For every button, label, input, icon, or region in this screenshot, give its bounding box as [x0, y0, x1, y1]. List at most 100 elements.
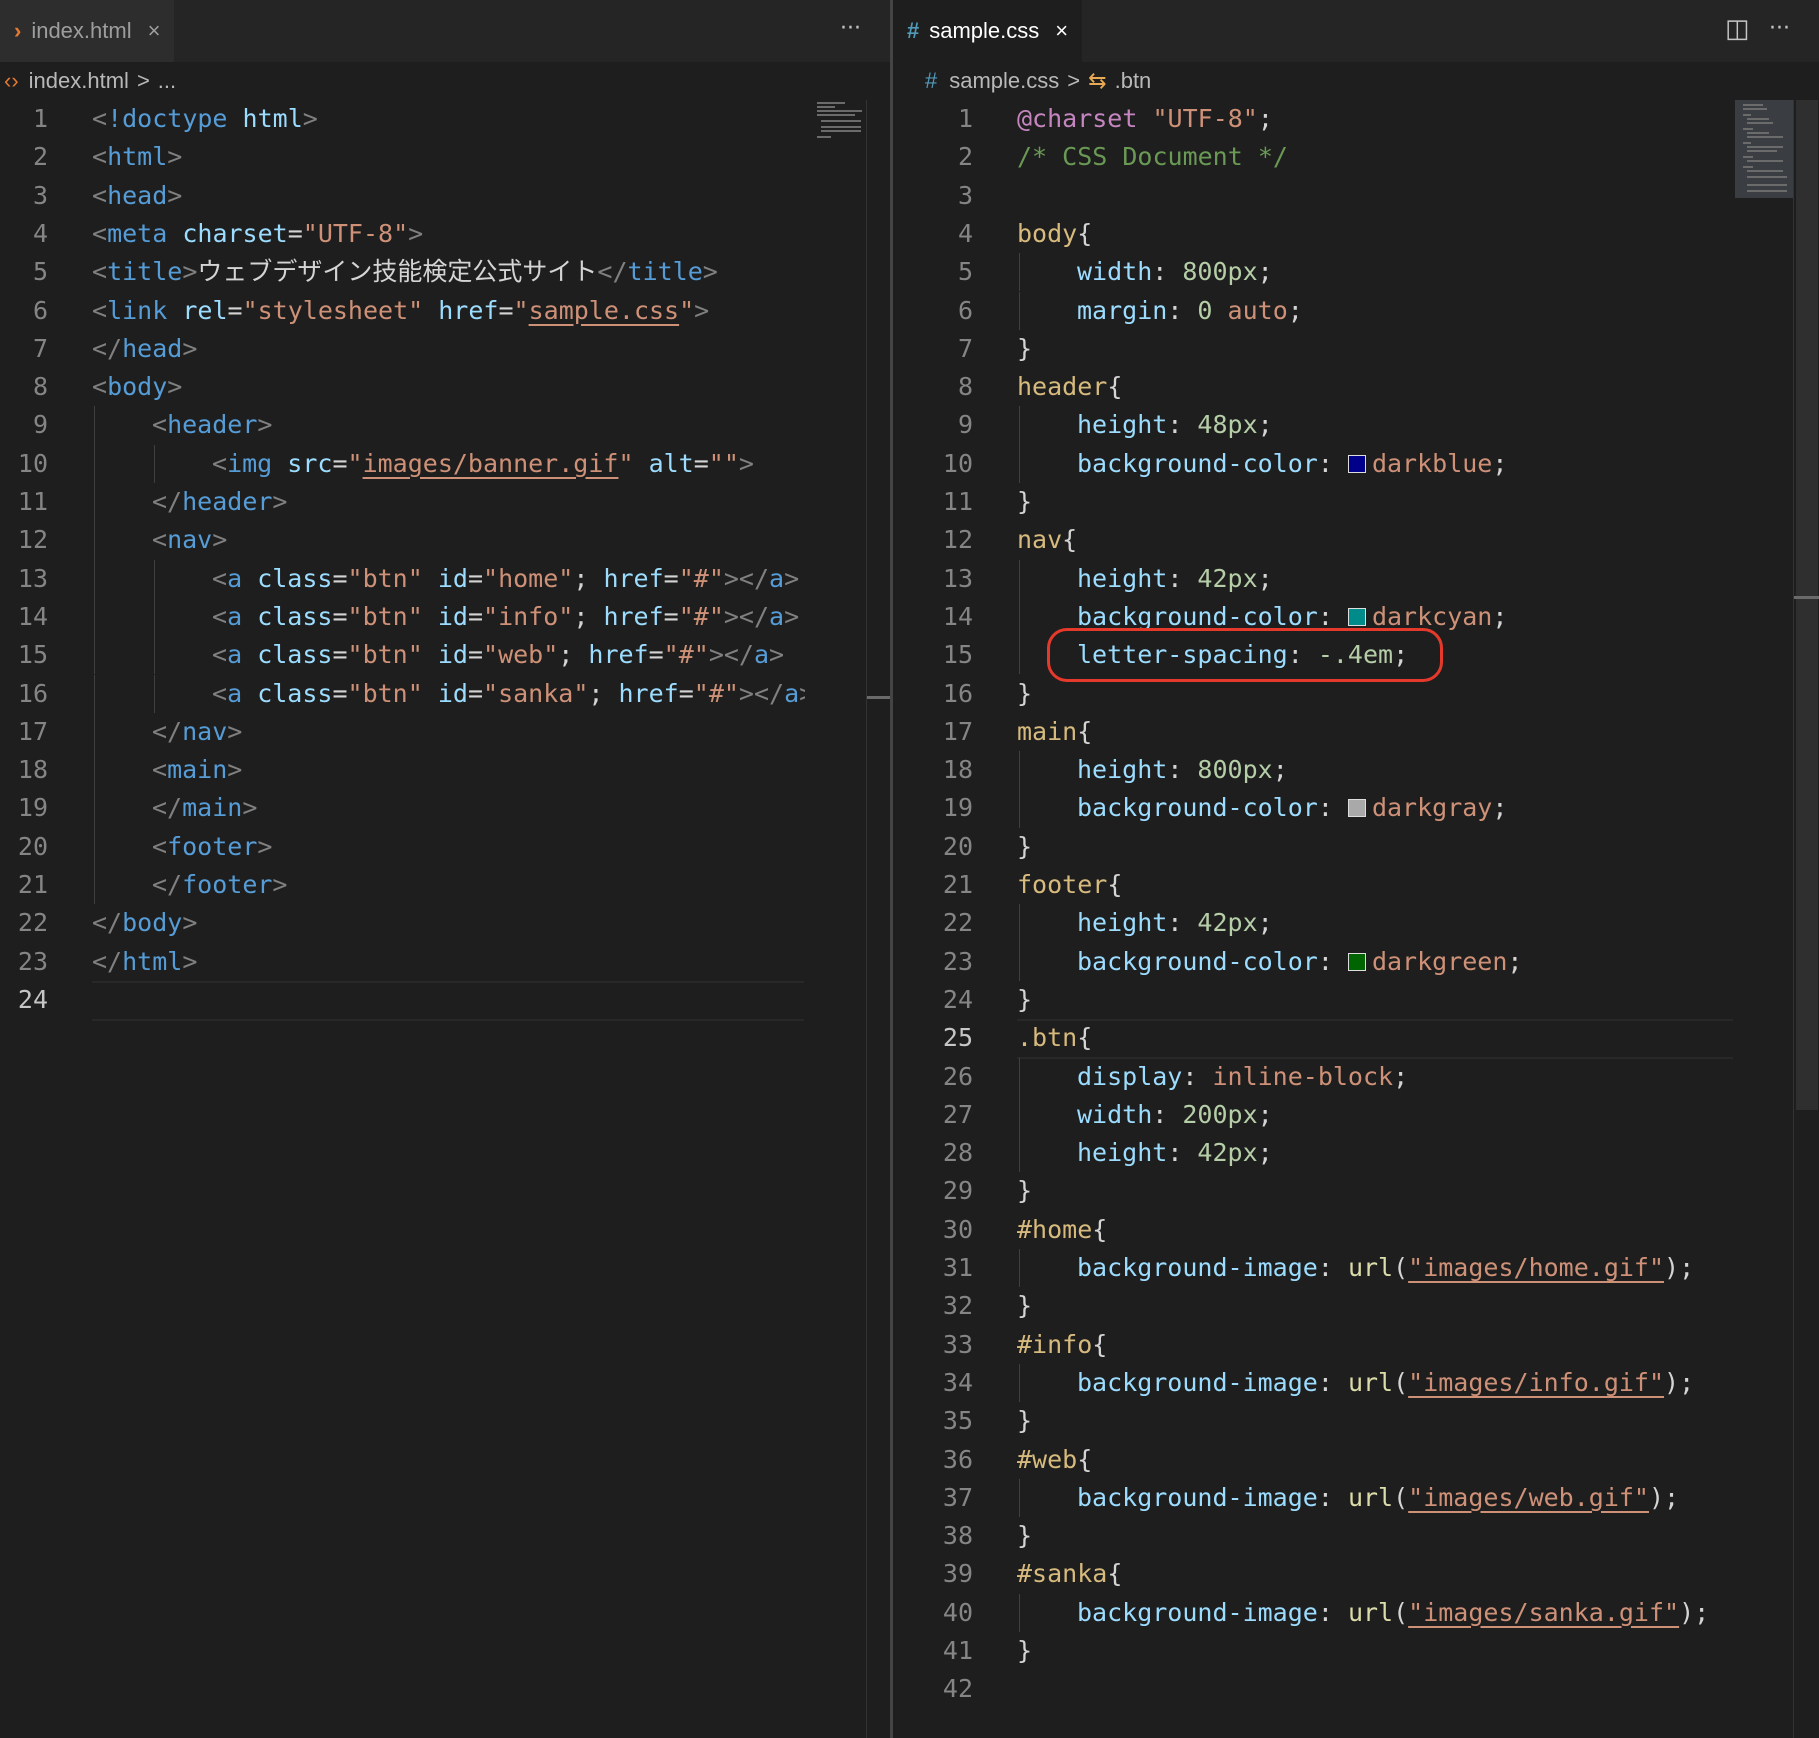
code-line[interactable]: 8 <body> — [0, 368, 890, 406]
color-swatch-icon[interactable] — [1347, 607, 1366, 626]
line-number[interactable]: 21 — [0, 866, 48, 904]
code-line[interactable]: 20} — [893, 828, 1819, 866]
code-line[interactable]: 8 header{ — [893, 368, 1819, 406]
breadcrumb-file[interactable]: sample.css — [949, 68, 1059, 94]
line-number[interactable]: 2 — [0, 138, 48, 176]
code-line[interactable]: 31 background-image: url("images/home.gif… — [893, 1249, 1819, 1288]
line-number[interactable]: 36 — [893, 1441, 973, 1479]
line-number[interactable]: 35 — [893, 1402, 973, 1440]
color-swatch-icon[interactable] — [1347, 799, 1366, 818]
code-line[interactable]: 4 <meta charset="UTF-8"> — [0, 215, 890, 253]
line-number[interactable]: 18 — [0, 751, 48, 789]
code-line[interactable]: 18 height: 800px; — [893, 751, 1819, 790]
code-line[interactable]: 24 — [0, 980, 890, 1021]
code-line[interactable]: 17 main{ — [893, 713, 1819, 751]
more-actions-icon[interactable]: ··· — [840, 16, 861, 41]
line-number[interactable]: 42 — [893, 1670, 973, 1708]
color-swatch-icon[interactable] — [1347, 952, 1366, 971]
line-number[interactable]: 23 — [0, 943, 48, 981]
line-number[interactable]: 31 — [893, 1249, 973, 1287]
code-line[interactable]: 2 /* CSS Document */ — [893, 138, 1819, 176]
line-number[interactable]: 30 — [893, 1211, 973, 1249]
scrollbar-thumb[interactable] — [1796, 100, 1818, 1110]
line-number[interactable]: 16 — [893, 675, 973, 713]
line-number[interactable]: 29 — [893, 1172, 973, 1210]
line-number[interactable]: 28 — [893, 1134, 973, 1172]
line-number[interactable]: 7 — [0, 330, 48, 368]
line-number[interactable]: 25 — [893, 1019, 973, 1057]
code-line[interactable]: 7 </head> — [0, 330, 890, 368]
line-number[interactable]: 24 — [893, 981, 973, 1019]
code-line[interactable]: 38} — [893, 1517, 1819, 1555]
code-line[interactable]: 30 #home{ — [893, 1211, 1819, 1249]
close-icon[interactable]: × — [148, 18, 161, 44]
code-line[interactable]: 23 </html> — [0, 943, 890, 981]
code-line[interactable]: 5 width: 800px; — [893, 253, 1819, 292]
code-line[interactable]: 37 background-image: url("images/web.gif"… — [893, 1478, 1819, 1518]
line-number[interactable]: 15 — [0, 636, 48, 674]
code-line[interactable]: 19 </main> — [0, 789, 890, 828]
line-number[interactable]: 13 — [0, 560, 48, 598]
line-number[interactable]: 39 — [893, 1555, 973, 1593]
code-line[interactable]: 11} — [893, 483, 1819, 521]
code-line[interactable]: 3 <head> — [0, 177, 890, 215]
line-number[interactable]: 17 — [0, 713, 48, 751]
code-line[interactable]: 1 @charset "UTF-8"; — [893, 100, 1819, 138]
line-number[interactable]: 24 — [0, 981, 48, 1019]
line-number[interactable]: 12 — [0, 521, 48, 559]
code-line[interactable]: 13 <a class="btn" id="home"; href="#"></a… — [0, 559, 890, 598]
code-line[interactable]: 24} — [893, 981, 1819, 1019]
tab-index-html[interactable]: › index.html × — [0, 0, 175, 62]
breadcrumb-file[interactable]: index.html — [29, 68, 129, 94]
line-number[interactable]: 20 — [0, 828, 48, 866]
code-line[interactable]: 22 </body> — [0, 904, 890, 942]
line-number[interactable]: 14 — [0, 598, 48, 636]
line-number[interactable]: 3 — [893, 177, 973, 215]
code-line[interactable]: 23 background-color: darkgreen; — [893, 942, 1819, 981]
code-line[interactable]: 12 <nav> — [0, 521, 890, 560]
line-number[interactable]: 33 — [893, 1326, 973, 1364]
line-number[interactable]: 13 — [893, 560, 973, 598]
line-number[interactable]: 38 — [893, 1517, 973, 1555]
line-number[interactable]: 17 — [893, 713, 973, 751]
code-line[interactable]: 6 margin: 0 auto; — [893, 291, 1819, 330]
line-number[interactable]: 27 — [893, 1096, 973, 1134]
code-line[interactable]: 10 background-color: darkblue; — [893, 444, 1819, 483]
code-line[interactable]: 40 background-image: url("images/sanka.gi… — [893, 1593, 1819, 1632]
close-icon[interactable]: × — [1055, 18, 1068, 44]
code-line[interactable]: 19 background-color: darkgray; — [893, 789, 1819, 828]
line-number[interactable]: 20 — [893, 828, 973, 866]
code-line[interactable]: 20 <footer> — [0, 827, 890, 866]
code-line[interactable]: 42 — [893, 1670, 1819, 1708]
line-number[interactable]: 26 — [893, 1058, 973, 1096]
line-number[interactable]: 14 — [893, 598, 973, 636]
code-line[interactable]: 16 <a class="btn" id="sanka"; href="#"></… — [0, 674, 890, 713]
code-line[interactable]: 6 <link rel="stylesheet" href="sample.css… — [0, 292, 890, 330]
line-number[interactable]: 1 — [893, 100, 973, 138]
split-editor-icon[interactable]: ◫ — [1725, 14, 1750, 44]
color-swatch-icon[interactable] — [1347, 454, 1366, 473]
line-number[interactable]: 10 — [0, 445, 48, 483]
code-line[interactable]: 9 <header> — [0, 406, 890, 445]
left-editor-pane[interactable]: › index.html × ··· ‹› index.html > ... 1… — [0, 0, 890, 1738]
line-number[interactable]: 4 — [893, 215, 973, 253]
code-line[interactable]: 18 <main> — [0, 751, 890, 790]
breadcrumb-more[interactable]: ... — [158, 68, 176, 94]
code-line[interactable]: 5 <title>ウェブデザイン技能検定公式サイト</title> — [0, 253, 890, 291]
code-line[interactable]: 9 height: 48px; — [893, 406, 1819, 445]
line-number[interactable]: 3 — [0, 177, 48, 215]
vertical-scrollbar[interactable] — [1793, 100, 1819, 1738]
code-line[interactable]: 27 width: 200px; — [893, 1095, 1819, 1135]
minimap[interactable] — [1735, 100, 1793, 1738]
code-line[interactable]: 41} — [893, 1632, 1819, 1670]
line-number[interactable]: 23 — [893, 943, 973, 981]
code-line[interactable]: 28 height: 42px; — [893, 1134, 1819, 1173]
code-line[interactable]: 29} — [893, 1172, 1819, 1210]
line-number[interactable]: 18 — [893, 751, 973, 789]
minimap[interactable] — [805, 100, 865, 1738]
breadcrumb-symbol[interactable]: .btn — [1115, 68, 1152, 94]
line-number[interactable]: 34 — [893, 1364, 973, 1402]
line-number[interactable]: 10 — [893, 445, 973, 483]
line-number[interactable]: 12 — [893, 521, 973, 559]
code-line[interactable]: 12 nav{ — [893, 521, 1819, 559]
